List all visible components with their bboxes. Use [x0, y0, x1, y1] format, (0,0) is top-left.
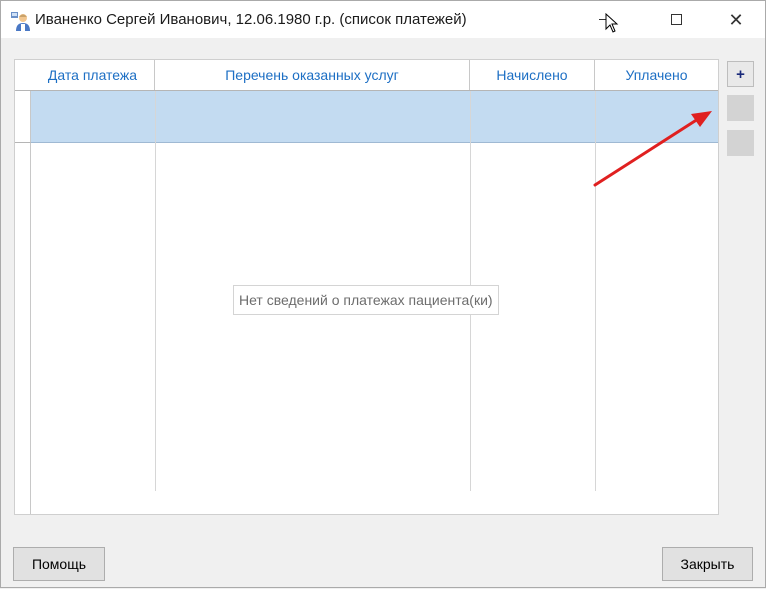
title-bar[interactable]: Иваненко Сергей Иванович, 12.06.1980 г.р… — [1, 1, 765, 38]
column-header-paid[interactable]: Уплачено — [595, 60, 718, 90]
mouse-cursor-icon — [605, 13, 619, 33]
payments-window: Иваненко Сергей Иванович, 12.06.1980 г.р… — [0, 0, 766, 588]
patient-icon — [11, 12, 30, 31]
edit-payment-button[interactable] — [727, 95, 754, 121]
column-header-payment-date[interactable]: Дата платежа — [31, 60, 155, 90]
row-indicator[interactable] — [15, 91, 31, 143]
column-divider — [155, 91, 156, 491]
add-payment-button[interactable]: + — [727, 61, 754, 87]
help-button[interactable]: Помощь — [13, 547, 105, 581]
close-button[interactable]: Закрыть — [662, 547, 753, 581]
minimize-button[interactable] — [581, 1, 627, 38]
delete-payment-button[interactable] — [727, 130, 754, 156]
column-divider — [595, 91, 596, 491]
empty-state-message: Нет сведений о платежах пациента(ки) — [233, 285, 499, 315]
selected-row[interactable] — [31, 91, 718, 143]
column-header-charged[interactable]: Начислено — [470, 60, 595, 90]
window-title: Иваненко Сергей Иванович, 12.06.1980 г.р… — [35, 11, 467, 28]
maximize-icon — [670, 14, 682, 25]
maximize-button[interactable] — [653, 1, 699, 38]
column-header-services[interactable]: Перечень оказанных услуг — [155, 60, 470, 90]
grid-header: Дата платежа Перечень оказанных услуг На… — [15, 60, 718, 91]
close-window-button[interactable]: ✕ — [713, 1, 759, 38]
plus-icon: + — [736, 65, 745, 83]
close-icon: ✕ — [728, 9, 744, 30]
payments-grid[interactable]: Дата платежа Перечень оказанных услуг На… — [14, 59, 719, 515]
